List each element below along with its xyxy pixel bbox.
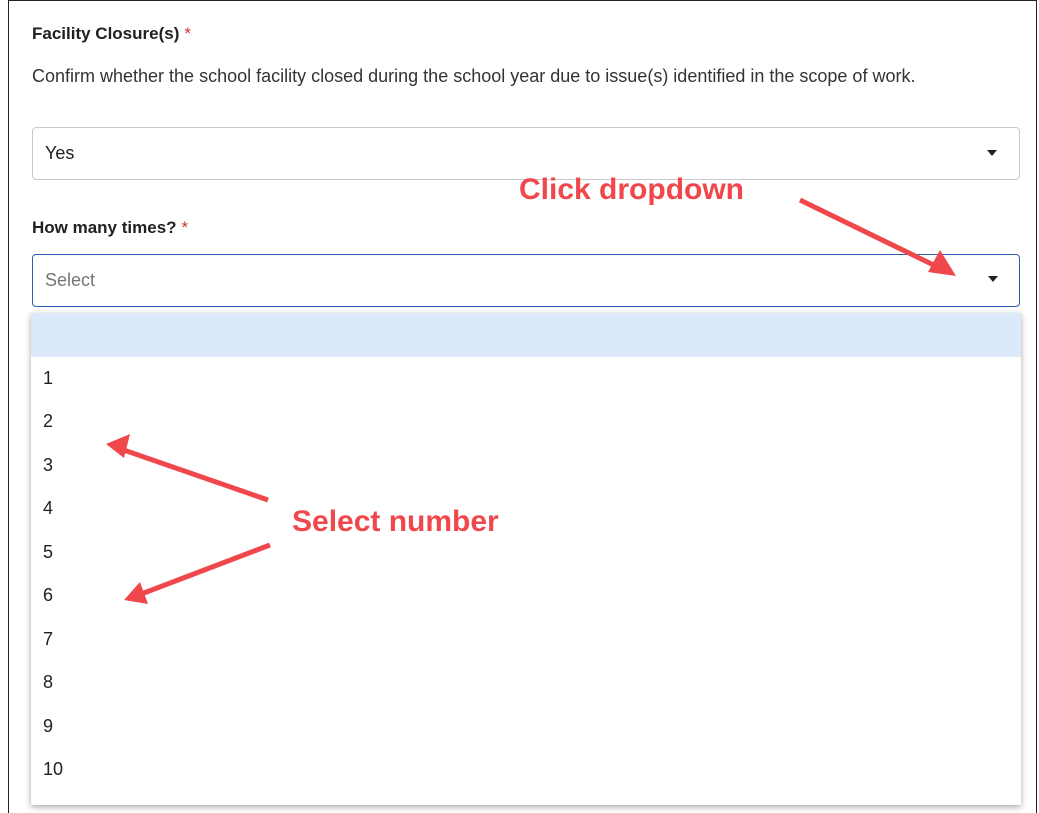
arrow-to-dropdown-caret [798, 197, 950, 275]
arrowhead-icon [106, 434, 130, 458]
arrow-to-option-2 [117, 445, 269, 503]
annotation-arrows [106, 197, 956, 604]
arrow-to-option-6 [135, 542, 271, 599]
